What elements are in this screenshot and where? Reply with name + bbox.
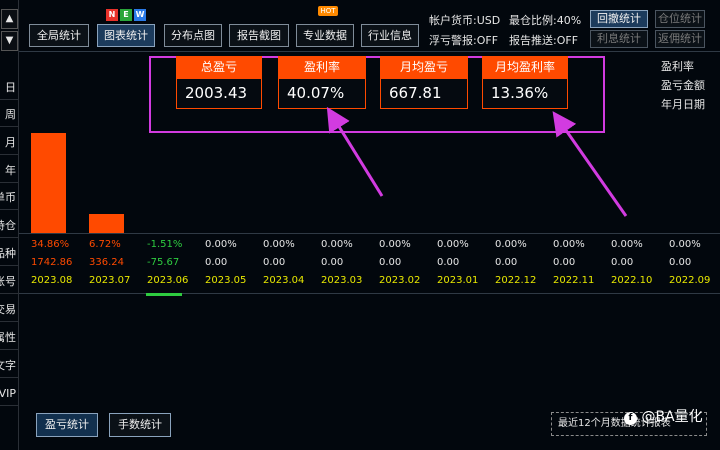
profit-amount-cell: 0.00 [263,257,286,268]
profit-amount-cell: 0.00 [437,257,460,268]
month-label: 2023.05 [205,275,247,286]
profit-rate-cell: 0.00% [321,239,353,250]
month-label: 2023.04 [263,275,305,286]
lot-stats-button[interactable]: 手数统计 [109,413,171,437]
profit-amount-cell: 0.00 [495,257,518,268]
month-label: 2023.01 [437,275,479,286]
profit-rate-cell: 0.00% [611,239,643,250]
month-label: 2023.07 [89,275,131,286]
profit-rate-cell: 0.00% [669,239,701,250]
profit-amount-cell: 1742.86 [31,257,73,268]
month-label: 2022.11 [553,275,595,286]
legend-date: 年月日期 [661,98,705,111]
profit-rate-cell: 0.00% [437,239,469,250]
watermark: f @BA量化 [624,406,703,426]
profit-amount-cell: 0.00 [553,257,576,268]
profit-amount-cell: 0.00 [321,257,344,268]
selected-month-indicator [146,293,182,296]
month-label: 2023.02 [379,275,421,286]
profit-rate-cell: -1.51% [147,239,183,250]
profit-rate-cell: 0.00% [495,239,527,250]
profit-amount-cell: 0.00 [205,257,228,268]
arrow-to-monthly-profit-rate [552,111,628,217]
profit-amount-cell: 336.24 [89,257,124,268]
watermark-text: @BA量化 [641,409,703,425]
arrow-to-profit-rate [326,106,384,197]
brand-icon: f [624,412,637,425]
pnl-stats-button[interactable]: 盈亏统计 [36,413,98,437]
profit-amount-cell: -75.67 [147,257,180,268]
profit-rate-cell: 0.00% [263,239,295,250]
profit-amount-cell: 0.00 [379,257,402,268]
profit-rate-cell: 6.72% [89,239,121,250]
profit-rate-cell: 34.86% [31,239,70,250]
legend-pnl-amount: 盈亏金额 [661,79,705,92]
profit-rate-cell: 0.00% [205,239,237,250]
callout-arrows [326,106,628,217]
profit-rate-cell: 0.00% [553,239,585,250]
month-label: 2022.09 [669,275,711,286]
legend-profit-rate: 盈利率 [661,60,694,73]
profit-amount-cell: 0.00 [611,257,634,268]
month-label: 2022.10 [611,275,653,286]
profit-amount-cell: 0.00 [669,257,692,268]
month-label: 2022.12 [495,275,537,286]
profit-rate-cell: 0.00% [379,239,411,250]
month-label: 2023.08 [31,275,73,286]
month-label: 2023.06 [147,275,189,286]
month-label: 2023.03 [321,275,363,286]
